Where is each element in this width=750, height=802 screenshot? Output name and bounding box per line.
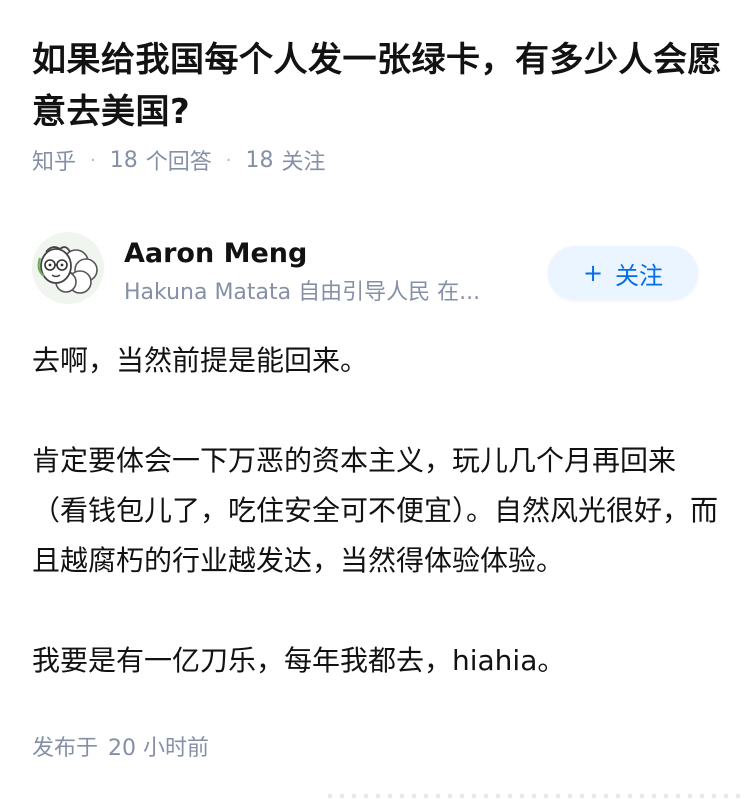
answer-page: 如果给我国每个人发一张绿卡，有多少人会愿意去美国? 知乎 · 18 个回答 · … xyxy=(0,0,750,802)
author-name[interactable]: Aaron Meng xyxy=(124,234,307,274)
separator-dot: · xyxy=(90,149,96,171)
follow-button[interactable]: + 关注 xyxy=(548,246,698,300)
publish-time-value: 20 小时前 xyxy=(108,736,210,761)
answers-count: 18 xyxy=(109,147,138,173)
plus-icon: + xyxy=(582,259,604,287)
source-label[interactable]: 知乎 xyxy=(32,144,76,176)
followers-label[interactable]: 关注 xyxy=(282,144,326,176)
answer-paragraph: 去啊，当然前提是能回来。 xyxy=(32,344,369,377)
follow-label: 关注 xyxy=(615,261,664,290)
bottom-divider xyxy=(324,792,744,800)
answer-paragraph: 我要是有一亿刀乐，每年我都去，hiahia。 xyxy=(32,644,566,677)
answer-paragraph: 肯定要体会一下万恶的资本主义，玩儿几个月再回来（看钱包儿了，吃住安全可不便宜）。… xyxy=(32,444,719,577)
question-title[interactable]: 如果给我国每个人发一张绿卡，有多少人会愿意去美国? xyxy=(32,34,722,138)
answers-label[interactable]: 个回答 xyxy=(146,144,212,176)
author-bio: Hakuna Matata 自由引导人民 在... xyxy=(124,280,481,305)
followers-count: 18 xyxy=(245,147,274,173)
answer-content: 去啊，当然前提是能回来。 肯定要体会一下万恶的资本主义，玩儿几个月再回来（看钱包… xyxy=(32,336,722,686)
sheep-avatar-icon xyxy=(32,232,104,304)
question-meta: 知乎 · 18 个回答 · 18 关注 xyxy=(32,142,326,178)
separator-dot: · xyxy=(225,149,232,171)
avatar[interactable] xyxy=(32,232,104,304)
publish-time: 发布于 20 小时前 xyxy=(32,732,209,766)
publish-label: 发布于 xyxy=(32,736,99,761)
